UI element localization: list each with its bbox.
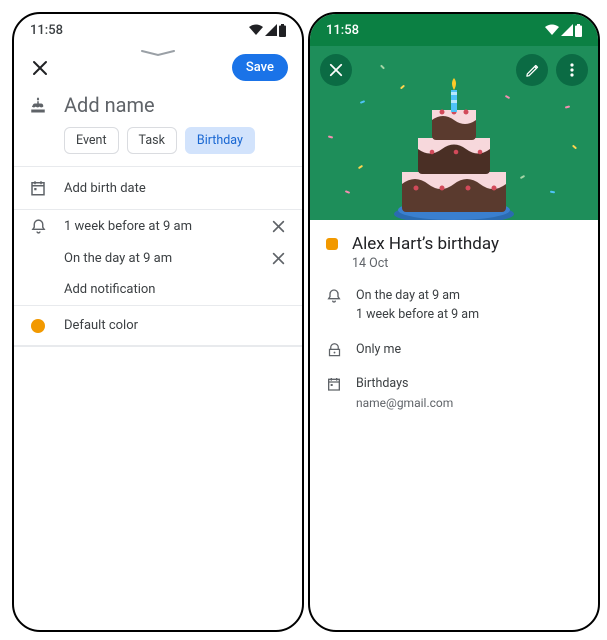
chip-task[interactable]: Task [127, 127, 177, 154]
cake-illustration [384, 72, 524, 220]
close-button[interactable] [28, 56, 52, 80]
edit-button[interactable] [516, 54, 548, 86]
battery-icon [279, 24, 286, 37]
notification-2: 1 week before at 9 am [356, 306, 479, 325]
birth-date-row[interactable]: Add birth date [14, 167, 302, 209]
signal-icon [265, 24, 277, 36]
notification-row-2[interactable]: On the day at 9 am [14, 243, 302, 274]
more-vert-icon [570, 63, 574, 77]
status-time: 11:58 [30, 23, 63, 38]
notification-2-remove[interactable] [268, 252, 288, 265]
wifi-icon [545, 24, 559, 36]
hero-actions [320, 54, 588, 86]
type-chips: Event Task Birthday [14, 127, 302, 166]
lock-icon [326, 342, 342, 358]
color-dot-icon [28, 319, 48, 333]
section-color: Default color [14, 305, 302, 345]
close-button[interactable] [320, 54, 352, 86]
notification-1-remove[interactable] [268, 220, 288, 233]
event-title: Alex Hart’s birthday [352, 234, 499, 254]
hero-image [310, 46, 598, 220]
chip-event[interactable]: Event [64, 127, 119, 154]
notification-1: On the day at 9 am [356, 287, 479, 306]
calendar-icon [28, 179, 48, 197]
pencil-icon [525, 63, 540, 78]
privacy-row[interactable]: Only me [326, 325, 582, 360]
bell-icon [28, 218, 48, 235]
status-time: 11:58 [326, 23, 359, 38]
calendar-name: Birthdays [356, 375, 453, 394]
title-row[interactable]: Add name [14, 87, 302, 127]
event-body: Alex Hart’s birthday 14 Oct On the day a… [310, 220, 598, 412]
save-button[interactable]: Save [232, 54, 288, 81]
notifications-row[interactable]: On the day at 9 am 1 week before at 9 am [326, 271, 582, 325]
close-icon [329, 63, 343, 77]
close-icon [272, 220, 285, 233]
drag-handle-icon [141, 50, 175, 56]
chip-birthday[interactable]: Birthday [185, 127, 255, 154]
notification-row-1[interactable]: 1 week before at 9 am [14, 210, 302, 243]
event-date: 14 Oct [352, 256, 499, 271]
notification-1-label: 1 week before at 9 am [64, 219, 252, 234]
add-notification-label: Add notification [64, 282, 288, 297]
phone-view-birthday: 11:58 [308, 12, 600, 632]
event-title-row: Alex Hart’s birthday 14 Oct [326, 234, 582, 271]
close-icon [32, 60, 48, 76]
status-icons [545, 24, 582, 37]
privacy-label: Only me [356, 341, 401, 360]
more-button[interactable] [556, 54, 588, 86]
bell-icon [326, 288, 342, 304]
wifi-icon [249, 24, 263, 36]
add-notification-row[interactable]: Add notification [14, 274, 302, 305]
phone-create-birthday: 11:58 Save Add name Event Task Birthday … [12, 12, 304, 632]
status-bar: 11:58 [310, 14, 598, 46]
calendar-email: name@gmail.com [356, 394, 453, 412]
color-dot-icon [326, 238, 338, 250]
section-notifications: 1 week before at 9 am On the day at 9 am… [14, 209, 302, 305]
section-date: Add birth date [14, 166, 302, 209]
birth-date-label: Add birth date [64, 181, 288, 196]
color-label: Default color [64, 318, 288, 333]
name-input[interactable]: Add name [64, 93, 155, 117]
signal-icon [561, 24, 573, 36]
calendar-row[interactable]: Birthdays name@gmail.com [326, 359, 582, 412]
calendar-icon [326, 376, 342, 392]
status-icons [249, 24, 286, 37]
color-row[interactable]: Default color [14, 306, 302, 345]
cake-icon [28, 96, 48, 114]
notification-2-label: On the day at 9 am [64, 251, 252, 266]
battery-icon [575, 24, 582, 37]
status-bar: 11:58 [14, 14, 302, 46]
close-icon [272, 252, 285, 265]
